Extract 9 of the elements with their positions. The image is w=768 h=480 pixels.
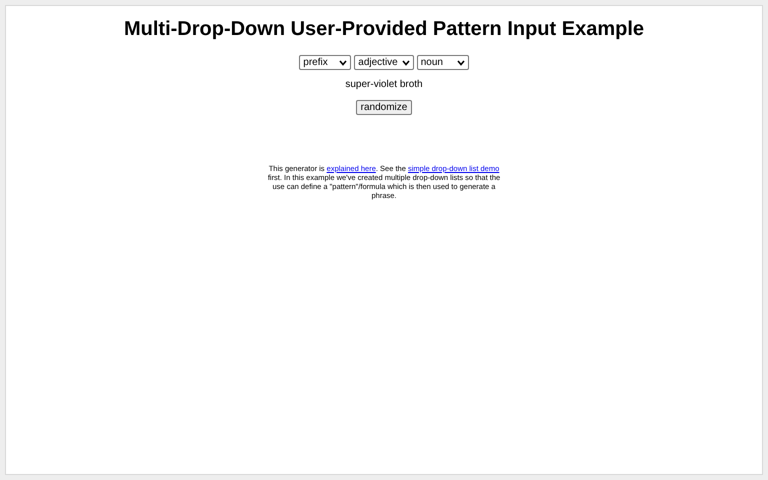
dropdown[interactable]: adjective <box>354 55 414 70</box>
caret-icon <box>339 60 348 66</box>
result-phrase: super-violet broth <box>345 79 423 90</box>
randomize-button[interactable]: randomize <box>356 100 412 115</box>
caret-icon <box>402 60 410 66</box>
dropdown[interactable]: noun <box>416 55 469 70</box>
page-title: Multi-Drop-Down User-Provided Pattern Input Example <box>124 18 644 41</box>
dropdown[interactable]: prefix <box>299 55 352 70</box>
caret-icon <box>456 60 465 66</box>
